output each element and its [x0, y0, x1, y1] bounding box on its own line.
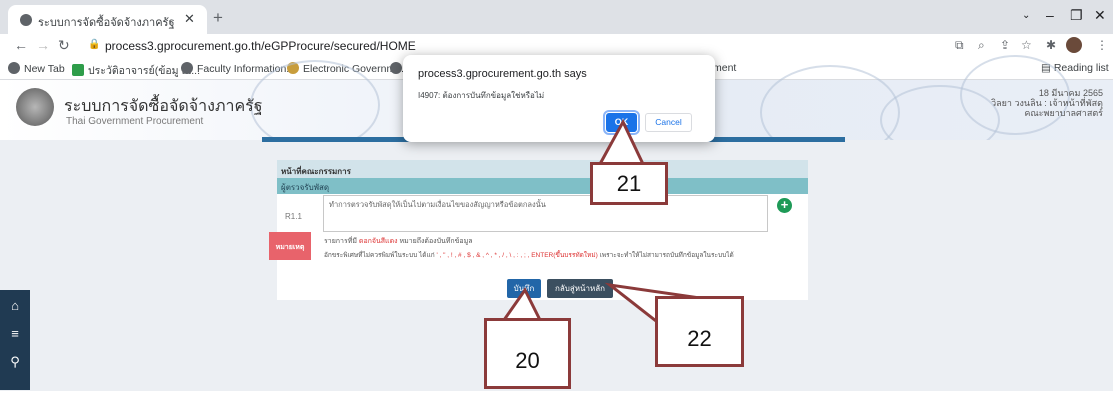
- browser-tab-bar: ระบบการจัดซื้อจัดจ้างภาครัฐ ✕ + ⌄ – ❐ ✕: [0, 0, 1113, 34]
- forward-arrow-icon[interactable]: →: [36, 37, 50, 53]
- lock-icon: 🔒: [88, 39, 101, 50]
- header-dept: คณะพยาบาลศาสตร์: [1024, 108, 1103, 118]
- callout-20: 20: [484, 318, 571, 389]
- ok-button[interactable]: OK: [603, 110, 640, 135]
- side-tool-bar: ⌂ ≡ ⚲: [0, 290, 30, 390]
- menu-icon[interactable]: ≡: [0, 326, 30, 341]
- duty-textarea[interactable]: ทำการตรวจรับพัสดุให้เป็นไปตามเงื่อนไขของ…: [323, 195, 768, 232]
- row-label: R1.1: [285, 212, 302, 221]
- profile-avatar[interactable]: [1066, 37, 1082, 53]
- cancel-button[interactable]: Cancel: [645, 113, 692, 132]
- special-chars-note: อักขระพิเศษที่ไม่ควรพิมพ์ในระบบ ได้แก่ '…: [324, 252, 734, 259]
- close-window-icon[interactable]: ✕: [1094, 7, 1106, 24]
- url-text[interactable]: process3.gprocurement.go.th/eGPProcure/s…: [105, 39, 416, 53]
- globe-icon: [8, 62, 20, 74]
- kebab-menu-icon[interactable]: ⋮: [1096, 38, 1108, 52]
- share-icon[interactable]: ⇪: [1000, 38, 1010, 52]
- zoom-icon[interactable]: ⌕: [978, 38, 985, 53]
- header-date: 18 มีนาคม 2565: [1038, 88, 1103, 98]
- back-arrow-icon[interactable]: ←: [14, 37, 28, 53]
- reload-icon[interactable]: ↻: [58, 37, 70, 54]
- close-tab-icon[interactable]: ✕: [184, 11, 195, 27]
- remark-badge: หมายเหตุ: [269, 232, 311, 260]
- site-subtitle: Thai Government Procurement: [66, 116, 204, 127]
- form-header: หน้าที่คณะกรรมการ: [277, 160, 808, 178]
- omnibox[interactable]: 🔒 process3.gprocurement.go.th/eGPProcure…: [78, 36, 938, 56]
- back-to-home-button[interactable]: กลับสู่หน้าหลัก: [547, 279, 613, 298]
- header-user: วิลยา วงนลิน : เจ้าหน้าที่พัสดุ: [991, 98, 1103, 108]
- translate-icon[interactable]: ⧉: [955, 38, 964, 53]
- dialog-title: process3.gprocurement.go.th says: [418, 68, 587, 80]
- sheet-icon: [72, 64, 84, 76]
- bookmark-star-icon[interactable]: ☆: [1021, 38, 1032, 52]
- globe-icon: [390, 62, 402, 74]
- search-icon[interactable]: ⚲: [0, 354, 30, 370]
- restore-icon[interactable]: ❐: [1070, 7, 1083, 24]
- form-subheader: ผู้ตรวจรับพัสดุ: [277, 178, 808, 194]
- user-info: 18 มีนาคม 2565 วิลยา วงนลิน : เจ้าหน้าที…: [991, 88, 1103, 118]
- callout-22: 22: [655, 296, 744, 367]
- tab-search-icon[interactable]: ⌄: [1022, 10, 1030, 21]
- government-seal-logo: [16, 88, 54, 126]
- browser-tab[interactable]: ระบบการจัดซื้อจัดจ้างภาครัฐ ✕: [8, 5, 207, 34]
- committee-form: หน้าที่คณะกรรมการ ผู้ตรวจรับพัสดุ R1.1 ท…: [269, 160, 808, 300]
- new-tab-icon[interactable]: +: [213, 8, 223, 28]
- bookmark-partial[interactable]: ment: [713, 62, 736, 74]
- extensions-icon[interactable]: ✱: [1046, 38, 1056, 52]
- save-button[interactable]: บันทึก: [507, 279, 541, 298]
- home-icon[interactable]: ⌂: [0, 298, 30, 313]
- bookmark-new-tab[interactable]: New Tab: [8, 62, 65, 75]
- minimize-icon[interactable]: –: [1046, 7, 1054, 23]
- dialog-message: I4907: ต้องการบันทึกข้อมูลใช่หรือไม่: [418, 91, 545, 100]
- tab-title: ระบบการจัดซื้อจัดจ้างภาครัฐ: [38, 17, 175, 29]
- callout-21: 21: [590, 162, 668, 205]
- confirm-dialog: process3.gprocurement.go.th says I4907: …: [403, 55, 715, 142]
- site-favicon-icon: [20, 14, 32, 26]
- required-note: รายการที่มี ดอกจันสีแดง หมายถึงต้องบันทึ…: [324, 238, 473, 245]
- add-row-plus-icon[interactable]: +: [777, 198, 792, 213]
- globe-icon: [181, 62, 193, 74]
